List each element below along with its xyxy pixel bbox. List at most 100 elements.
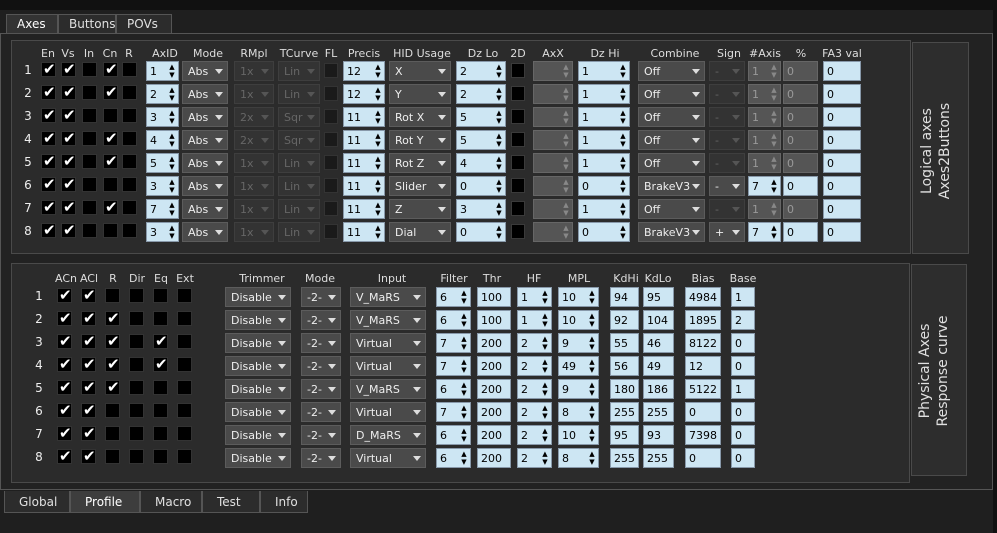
kdhi-field[interactable]: 56 xyxy=(610,356,639,376)
hf-spinner[interactable]: 2 ▲ ▼ xyxy=(517,379,552,399)
acl-checkbox[interactable]: ✔ xyxy=(81,424,96,442)
input-dropdown[interactable]: V_MaRS xyxy=(350,287,426,307)
trimmer-dropdown[interactable]: Disable xyxy=(225,356,291,376)
kdhi-field[interactable]: 180 xyxy=(610,379,639,399)
enable-checkbox[interactable]: ✔ xyxy=(41,129,56,147)
spin-arrows-icon[interactable]: ▲ ▼ xyxy=(168,86,176,102)
kdlo-field[interactable]: 93 xyxy=(643,425,674,445)
center-checkbox[interactable]: ✔ xyxy=(103,198,118,216)
acl-checkbox[interactable]: ✔ xyxy=(81,378,96,396)
spin-arrows-icon[interactable]: ▲ ▼ xyxy=(168,178,176,194)
fa3-value-field[interactable]: 0 xyxy=(823,153,861,173)
base-field[interactable]: 0 xyxy=(731,402,755,422)
mode-dropdown[interactable]: Abs xyxy=(182,199,228,219)
spin-arrows-icon[interactable]: ▲ ▼ xyxy=(460,381,468,397)
spin-arrows-icon[interactable]: ▲ ▼ xyxy=(619,86,627,102)
acn-checkbox[interactable]: ✔ xyxy=(57,424,72,442)
hid-usage-dropdown[interactable]: Rot Y xyxy=(389,130,451,150)
trimmer-dropdown[interactable]: Disable xyxy=(225,287,291,307)
bias-field[interactable]: 0 xyxy=(685,402,721,422)
eq-checkbox[interactable] xyxy=(153,449,168,464)
spin-arrows-icon[interactable]: ▲ ▼ xyxy=(588,358,596,374)
deadzone-low-spinner[interactable]: 0 ▲ ▼ xyxy=(456,222,506,242)
deadzone-high-spinner[interactable]: 0 ▲ ▼ xyxy=(578,222,630,242)
invert-checkbox[interactable] xyxy=(82,200,97,215)
kdhi-field[interactable]: 92 xyxy=(610,310,639,330)
mpl-spinner[interactable]: 10 ▲ ▼ xyxy=(558,287,599,307)
input-dropdown[interactable]: Virtual xyxy=(350,333,426,353)
acn-checkbox[interactable]: ✔ xyxy=(57,447,72,465)
dir-checkbox[interactable] xyxy=(129,288,144,303)
mode-dropdown[interactable]: Abs xyxy=(182,84,228,104)
acn-checkbox[interactable]: ✔ xyxy=(57,332,72,350)
input-dropdown[interactable]: V_MaRS xyxy=(350,310,426,330)
center-checkbox[interactable] xyxy=(103,108,118,123)
mode-dropdown[interactable]: Abs xyxy=(182,176,228,196)
deadzone-low-spinner[interactable]: 3 ▲ ▼ xyxy=(456,199,506,219)
spin-arrows-icon[interactable]: ▲ ▼ xyxy=(588,289,596,305)
precision-spinner[interactable]: 11 ▲ ▼ xyxy=(343,199,385,219)
spin-arrows-icon[interactable]: ▲ ▼ xyxy=(374,178,382,194)
spin-arrows-icon[interactable]: ▲ ▼ xyxy=(374,132,382,148)
spin-arrows-icon[interactable]: ▲ ▼ xyxy=(619,132,627,148)
mpl-spinner[interactable]: 9 ▲ ▼ xyxy=(558,379,599,399)
visible-checkbox[interactable]: ✔ xyxy=(61,60,76,78)
axis-id-spinner[interactable]: 7 ▲ ▼ xyxy=(146,199,179,219)
spin-arrows-icon[interactable]: ▲ ▼ xyxy=(168,201,176,217)
spin-arrows-icon[interactable]: ▲ ▼ xyxy=(374,224,382,240)
percent-field[interactable]: 0 xyxy=(783,222,818,242)
reverse-checkbox[interactable] xyxy=(122,62,137,77)
filter-spinner[interactable]: 7 ▲ ▼ xyxy=(436,333,471,353)
spin-arrows-icon[interactable]: ▲ ▼ xyxy=(619,178,627,194)
eq-checkbox[interactable] xyxy=(153,380,168,395)
kdhi-field[interactable]: 255 xyxy=(610,448,639,468)
kdlo-field[interactable]: 186 xyxy=(643,379,674,399)
deadzone-high-spinner[interactable]: 1 ▲ ▼ xyxy=(578,84,630,104)
mode-dropdown[interactable]: -2- xyxy=(301,379,341,399)
2d-checkbox[interactable] xyxy=(511,224,525,239)
dir-checkbox[interactable] xyxy=(129,449,144,464)
dir-checkbox[interactable] xyxy=(129,311,144,326)
mode-dropdown[interactable]: -2- xyxy=(301,333,341,353)
r-checkbox[interactable]: ✔ xyxy=(105,309,120,327)
spin-arrows-icon[interactable]: ▲ ▼ xyxy=(619,224,627,240)
spin-arrows-icon[interactable]: ▲ ▼ xyxy=(770,155,778,171)
visible-checkbox[interactable]: ✔ xyxy=(61,152,76,170)
dir-checkbox[interactable] xyxy=(129,380,144,395)
spin-arrows-icon[interactable]: ▲ ▼ xyxy=(770,86,778,102)
spin-arrows-icon[interactable]: ▲ ▼ xyxy=(541,427,549,443)
acl-checkbox[interactable]: ✔ xyxy=(81,309,96,327)
percent-field[interactable]: 0 xyxy=(783,176,818,196)
spin-arrows-icon[interactable]: ▲ ▼ xyxy=(374,109,382,125)
visible-checkbox[interactable]: ✔ xyxy=(61,129,76,147)
base-field[interactable]: 2 xyxy=(731,310,755,330)
deadzone-high-spinner[interactable]: 1 ▲ ▼ xyxy=(578,199,630,219)
trimmer-dropdown[interactable]: Disable xyxy=(225,448,291,468)
invert-checkbox[interactable] xyxy=(82,223,97,238)
spin-arrows-icon[interactable]: ▲ ▼ xyxy=(460,312,468,328)
eq-checkbox[interactable] xyxy=(153,311,168,326)
reverse-checkbox[interactable] xyxy=(122,223,137,238)
hid-usage-dropdown[interactable]: Rot X xyxy=(389,107,451,127)
enable-checkbox[interactable]: ✔ xyxy=(41,152,56,170)
trimmer-dropdown[interactable]: Disable xyxy=(225,402,291,422)
axis-id-spinner[interactable]: 4 ▲ ▼ xyxy=(146,130,179,150)
hid-usage-dropdown[interactable]: Y xyxy=(389,84,451,104)
spin-arrows-icon[interactable]: ▲ ▼ xyxy=(770,224,778,240)
dir-checkbox[interactable] xyxy=(129,334,144,349)
mode-dropdown[interactable]: -2- xyxy=(301,402,341,422)
kdlo-field[interactable]: 255 xyxy=(643,402,674,422)
bias-field[interactable]: 5122 xyxy=(685,379,721,399)
spin-arrows-icon[interactable]: ▲ ▼ xyxy=(562,132,570,148)
enable-checkbox[interactable]: ✔ xyxy=(41,175,56,193)
bias-field[interactable]: 12 xyxy=(685,356,721,376)
bias-field[interactable]: 1895 xyxy=(685,310,721,330)
mpl-spinner[interactable]: 49 ▲ ▼ xyxy=(558,356,599,376)
invert-checkbox[interactable] xyxy=(82,154,97,169)
combine-dropdown[interactable]: BrakeV3 xyxy=(638,176,705,196)
precision-spinner[interactable]: 12 ▲ ▼ xyxy=(343,61,385,81)
2d-checkbox[interactable] xyxy=(511,155,525,170)
input-dropdown[interactable]: Virtual xyxy=(350,356,426,376)
spin-arrows-icon[interactable]: ▲ ▼ xyxy=(495,155,503,171)
spin-arrows-icon[interactable]: ▲ ▼ xyxy=(541,358,549,374)
